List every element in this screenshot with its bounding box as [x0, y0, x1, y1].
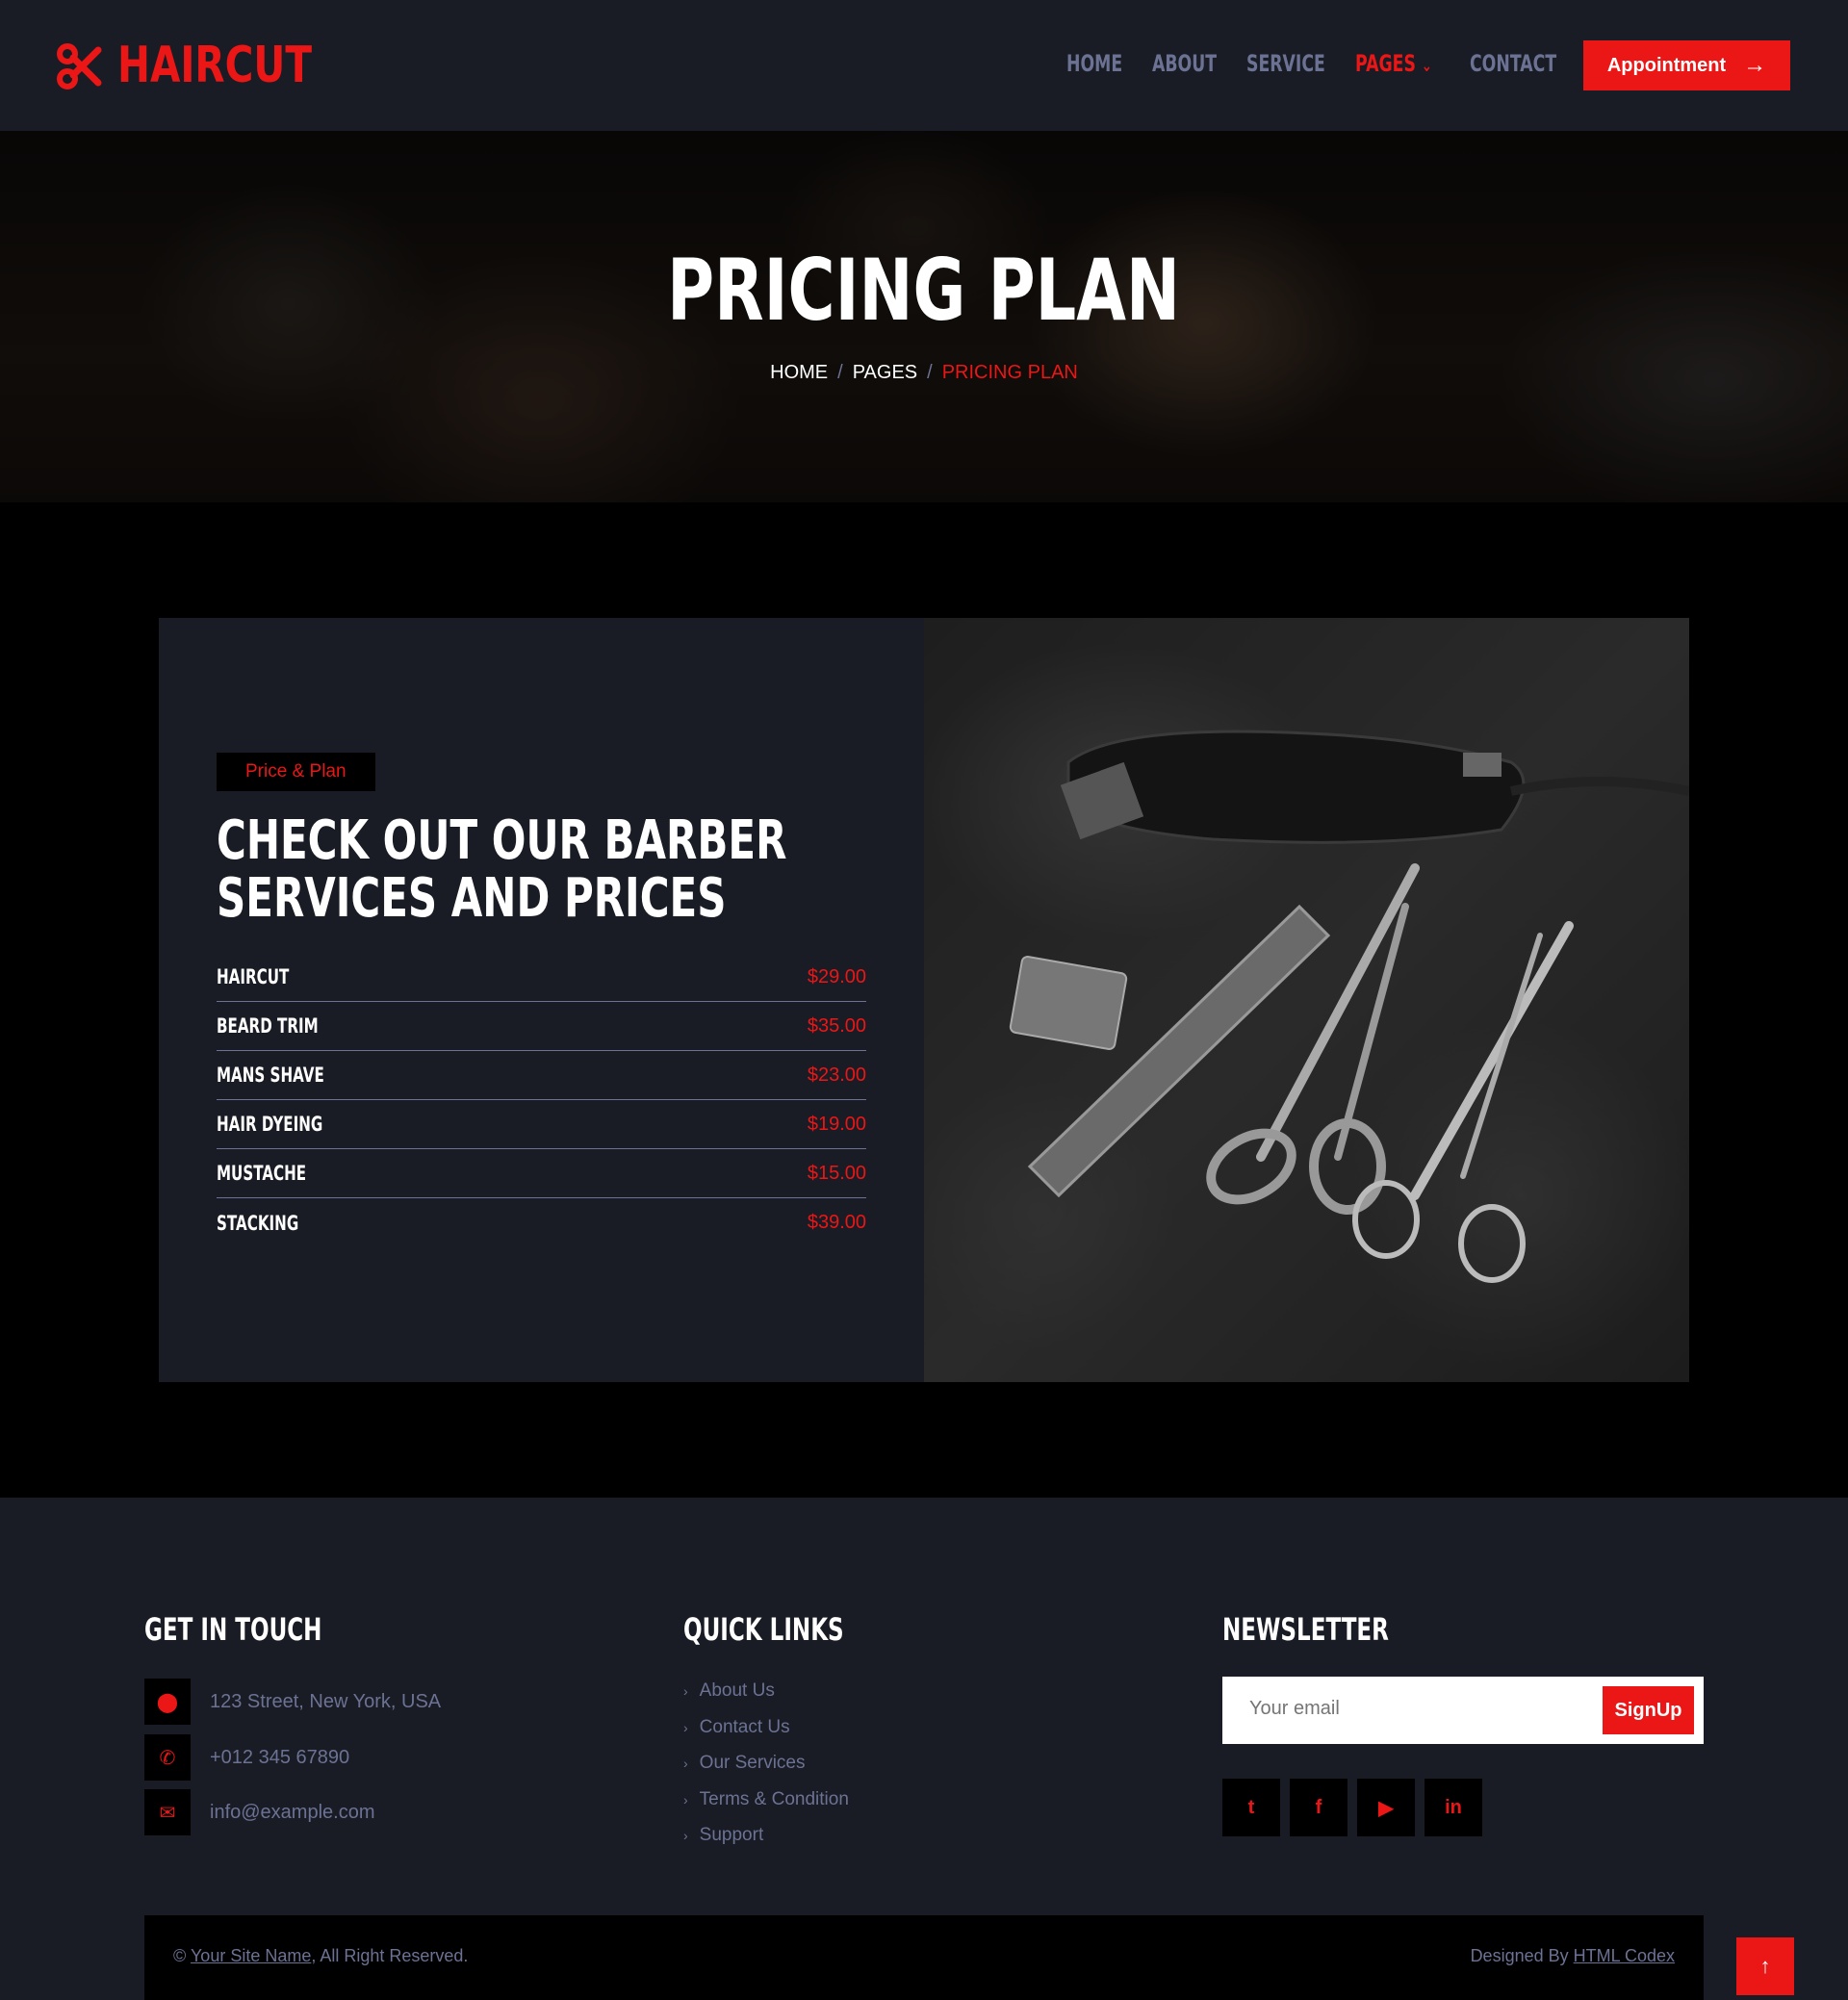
service-name: MANS SHAVE [217, 1064, 324, 1087]
price-row: MUSTACHE $15.00 [217, 1149, 866, 1198]
nav-pages-label: PAGES [1355, 50, 1416, 77]
breadcrumb-pages[interactable]: PAGES [853, 362, 917, 383]
brand[interactable]: HAIRCUT [56, 37, 367, 94]
email-input[interactable] [1249, 1698, 1538, 1720]
barber-tools-image [924, 618, 1689, 1382]
back-to-top-button[interactable]: ↑ [1736, 1937, 1794, 1995]
youtube-icon[interactable]: ▶ [1357, 1779, 1415, 1836]
nav-service[interactable]: SERVICE [1246, 50, 1325, 77]
scissors-icon [57, 43, 102, 90]
breadcrumb-current: PRICING PLAN [941, 362, 1078, 383]
footer-heading-newsletter: NEWSLETTER [1222, 1611, 1389, 1648]
service-price: $39.00 [807, 1212, 866, 1233]
pricing-heading: CHECK OUT OUR BARBER SERVICES AND PRICES [217, 809, 787, 930]
page-title: PRICING PLAN [667, 241, 1181, 340]
brand-name: HAIRCUT [117, 37, 313, 94]
section-tag: Price & Plan [217, 753, 375, 791]
service-name: MUSTACHE [217, 1162, 307, 1185]
appointment-label: Appointment [1606, 54, 1727, 76]
price-row: BEARD TRIM $35.00 [217, 1002, 866, 1051]
page-header: PRICING PLAN HOME / PAGES / PRICING PLAN [0, 131, 1848, 502]
service-name: BEARD TRIM [217, 1014, 319, 1038]
footer-heading-contact: GET IN TOUCH [144, 1611, 322, 1648]
breadcrumb-separator: / [927, 362, 933, 383]
nav-home[interactable]: HOME [1066, 50, 1122, 77]
appointment-button[interactable]: Appointment → [1583, 40, 1790, 90]
copyright-text: © Your Site Name, All Right Reserved. [173, 1946, 469, 1965]
site-name-link[interactable]: Your Site Name [191, 1946, 311, 1965]
arrow-right-icon: → [1743, 52, 1767, 78]
service-price: $19.00 [807, 1113, 866, 1135]
facebook-icon[interactable]: f [1290, 1779, 1348, 1836]
chevron-down-icon: ⌄ [1421, 56, 1432, 76]
service-name: HAIRCUT [217, 965, 290, 988]
address-text: 123 Street, New York, USA [210, 1690, 442, 1712]
footer-heading-quick-links: QUICK LINKS [683, 1611, 844, 1648]
chevron-right-icon: › [683, 1792, 688, 1808]
chevron-right-icon: › [683, 1683, 688, 1699]
barber-tools-illustration [1009, 730, 1689, 1283]
quick-link-support[interactable]: › Support [683, 1825, 763, 1846]
service-price: $15.00 [807, 1162, 866, 1184]
signup-button[interactable]: SignUp [1603, 1686, 1694, 1734]
contact-email: ✉ info@example.com [144, 1789, 374, 1835]
navbar: HAIRCUT HOME ABOUT SERVICE PAGES ⌄ CONTA… [0, 0, 1848, 131]
breadcrumb-separator: / [837, 362, 843, 383]
footer: GET IN TOUCH ⬤ 123 Street, New York, USA… [0, 1498, 1848, 2000]
chevron-right-icon: › [683, 1756, 688, 1771]
newsletter-form: SignUp [1222, 1677, 1704, 1744]
quick-link-services[interactable]: › Our Services [683, 1753, 805, 1774]
copyright-bar: © Your Site Name, All Right Reserved. De… [144, 1915, 1704, 2000]
contact-address: ⬤ 123 Street, New York, USA [144, 1679, 441, 1725]
nav-pages[interactable]: PAGES ⌄ [1355, 50, 1432, 77]
nav-contact[interactable]: CONTACT [1470, 50, 1556, 77]
service-price: $29.00 [807, 965, 866, 987]
phone-icon: ✆ [144, 1734, 191, 1781]
chevron-right-icon: › [683, 1828, 688, 1843]
breadcrumb: HOME / PAGES / PRICING PLAN [0, 362, 1848, 384]
price-list: HAIRCUT $29.00 BEARD TRIM $35.00 MANS SH… [217, 953, 866, 1247]
price-row: MANS SHAVE $23.00 [217, 1051, 866, 1100]
breadcrumb-home[interactable]: HOME [770, 362, 828, 383]
envelope-icon: ✉ [144, 1789, 191, 1835]
price-row: HAIR DYEING $19.00 [217, 1100, 866, 1149]
quick-link-terms[interactable]: › Terms & Condition [683, 1789, 849, 1810]
email-text: info@example.com [210, 1801, 375, 1823]
designer-link[interactable]: HTML Codex [1574, 1946, 1675, 1965]
price-row: STACKING $39.00 [217, 1198, 866, 1247]
service-name: STACKING [217, 1211, 299, 1235]
quick-link-contact[interactable]: › Contact Us [683, 1717, 790, 1738]
pricing-panel: Price & Plan CHECK OUT OUR BARBER SERVIC… [159, 618, 924, 1382]
quick-link-about[interactable]: › About Us [683, 1680, 775, 1702]
service-price: $23.00 [807, 1064, 866, 1086]
linkedin-icon[interactable]: in [1424, 1779, 1482, 1836]
service-price: $35.00 [807, 1014, 866, 1037]
designer-credit: Designed By HTML Codex [1470, 1946, 1675, 1965]
contact-phone: ✆ +012 345 67890 [144, 1734, 349, 1781]
service-name: HAIR DYEING [217, 1113, 323, 1136]
chevron-right-icon: › [683, 1720, 688, 1735]
nav-about[interactable]: ABOUT [1152, 50, 1217, 77]
price-row: HAIRCUT $29.00 [217, 953, 866, 1002]
twitter-icon[interactable]: t [1222, 1779, 1280, 1836]
phone-text: +012 345 67890 [210, 1746, 350, 1768]
map-marker-icon: ⬤ [144, 1679, 191, 1725]
